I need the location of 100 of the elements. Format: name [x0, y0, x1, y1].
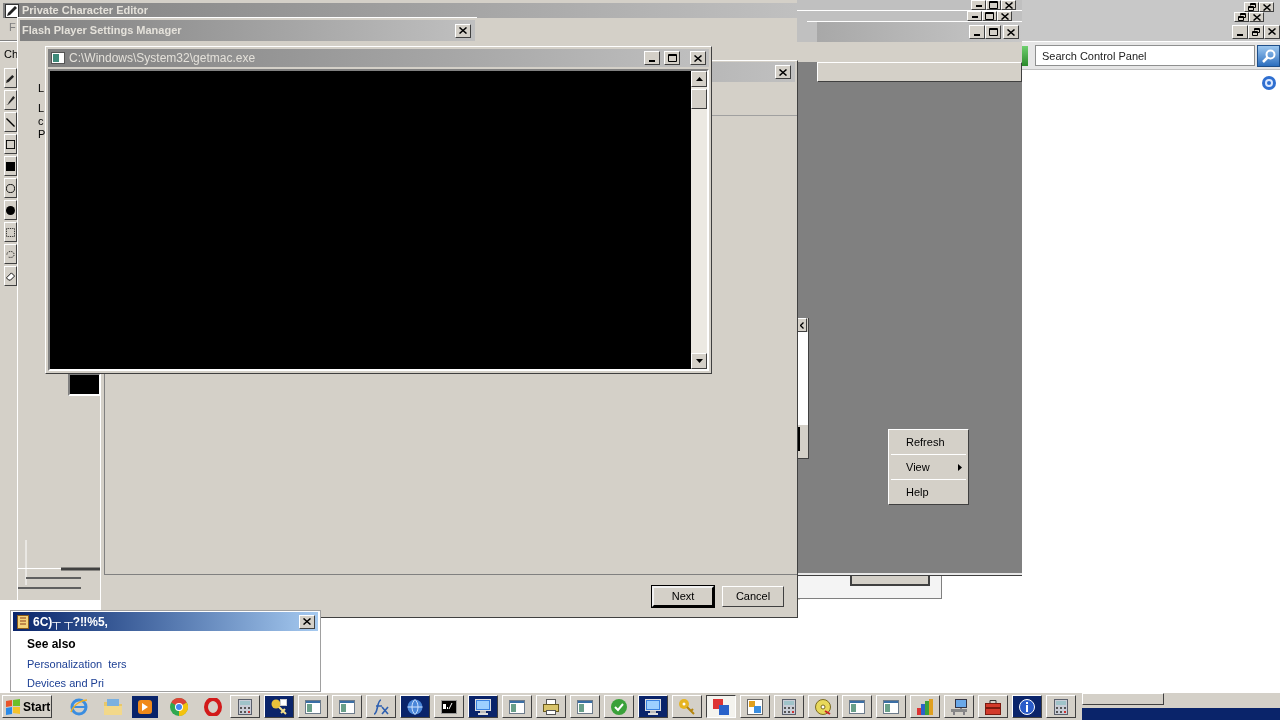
restore-icon — [1252, 27, 1260, 36]
network-computer-icon — [951, 698, 967, 715]
filled-ellipse-icon — [6, 205, 15, 215]
window-title: Flash Player Settings Manager — [22, 25, 182, 36]
play-icon[interactable] — [132, 695, 158, 718]
close-button[interactable] — [997, 11, 1012, 21]
minimize-button[interactable] — [969, 25, 985, 39]
close-icon — [800, 321, 804, 329]
label: L — [38, 102, 45, 115]
restore-button[interactable] — [1234, 12, 1249, 22]
brush-icon — [6, 95, 15, 105]
tool-button[interactable] — [4, 178, 17, 198]
close-icon — [1004, 1, 1013, 9]
close-button[interactable] — [1264, 24, 1280, 39]
search-field[interactable]: Search Control Panel — [1035, 45, 1255, 66]
field-label: Ch — [4, 48, 19, 61]
close-button[interactable] — [299, 614, 315, 629]
start-button[interactable]: Start — [2, 695, 52, 718]
text-fragment: ters — [108, 657, 127, 671]
search-button[interactable] — [1257, 44, 1280, 67]
check-circle-icon — [611, 698, 627, 715]
restore-button[interactable] — [1248, 24, 1264, 39]
rectangle-icon — [6, 139, 15, 149]
flag-icon — [5, 698, 21, 715]
maximize-icon — [667, 54, 677, 62]
monitor-icon — [645, 698, 661, 715]
tool-button[interactable] — [4, 156, 17, 176]
close-icon — [303, 618, 311, 625]
link[interactable]: Devices and Pri — [27, 676, 105, 690]
close-icon — [1252, 13, 1261, 21]
ring-icon[interactable] — [204, 697, 222, 716]
close-button[interactable] — [1249, 12, 1264, 22]
scroll-down-button[interactable] — [691, 353, 707, 369]
tool-button[interactable] — [4, 90, 17, 110]
restore-icon — [1237, 13, 1246, 21]
lasso-icon — [6, 249, 15, 259]
dialog-button[interactable] — [850, 576, 930, 586]
tool-button[interactable] — [4, 266, 17, 286]
close-icon — [1262, 3, 1271, 11]
terminal-icon — [441, 698, 457, 715]
window-icon — [849, 698, 865, 715]
filled-rectangle-icon — [6, 161, 15, 171]
tool-button[interactable] — [4, 200, 17, 220]
close-icon — [1000, 12, 1009, 20]
close-button[interactable] — [1001, 0, 1016, 10]
maximize-button[interactable] — [982, 11, 997, 21]
nav-button[interactable] — [1022, 45, 1028, 66]
ellipse-icon — [6, 183, 15, 193]
default-button[interactable]: Next — [652, 585, 714, 607]
close-icon — [459, 27, 467, 34]
link[interactable]: Personalization — [27, 657, 103, 671]
close-icon — [1268, 28, 1276, 35]
close-icon — [1007, 28, 1015, 36]
tool-button[interactable] — [4, 112, 17, 132]
close-button[interactable] — [1259, 2, 1274, 12]
segmented-circle-icon[interactable] — [170, 697, 188, 716]
scrollbar-thumb[interactable] — [691, 89, 707, 109]
tool-button[interactable] — [4, 68, 17, 88]
maximize-button[interactable] — [664, 51, 680, 65]
eraser-icon — [6, 271, 15, 281]
minimize-button[interactable] — [971, 0, 986, 10]
bar-chart-icon — [917, 698, 933, 715]
tool-button[interactable] — [4, 222, 17, 242]
close-button[interactable] — [455, 23, 471, 38]
close-button[interactable] — [690, 51, 706, 65]
menu-item[interactable]: Help — [889, 482, 968, 502]
close-button[interactable] — [775, 65, 791, 79]
close-button[interactable] — [1003, 25, 1019, 39]
window-icon — [339, 698, 355, 715]
maximize-icon — [989, 1, 998, 9]
minimize-icon — [975, 5, 982, 7]
minimize-button[interactable] — [1232, 24, 1248, 39]
label: c — [38, 115, 44, 128]
formula-icon — [373, 698, 389, 715]
maximize-button[interactable] — [986, 0, 1001, 10]
divider-line — [798, 427, 800, 451]
window-icon — [883, 698, 899, 715]
info-icon — [1019, 698, 1035, 715]
taskbar-button[interactable] — [706, 695, 736, 718]
key-icon — [679, 698, 695, 715]
down-arrow-icon — [695, 359, 703, 363]
maximize-button[interactable] — [985, 25, 1001, 39]
tool-button[interactable] — [4, 134, 17, 154]
dialog-button[interactable]: Cancel — [722, 585, 784, 607]
monitor-icon — [475, 698, 491, 715]
minimize-button[interactable] — [967, 11, 982, 21]
tool-button[interactable] — [4, 244, 17, 264]
close-icon — [779, 68, 787, 76]
minimize-button[interactable] — [644, 51, 660, 65]
calculator-icon — [1053, 698, 1069, 715]
pencil-icon — [6, 73, 15, 83]
scroll-up-button[interactable] — [691, 71, 707, 87]
menu-item[interactable]: View — [889, 457, 968, 477]
calculator-icon — [781, 698, 797, 715]
menu-item[interactable]: Refresh — [889, 432, 968, 452]
window-icon — [577, 698, 593, 715]
globe-icon — [407, 698, 423, 715]
minimize-icon — [974, 34, 980, 36]
target-icon — [1262, 76, 1276, 90]
window-icon — [305, 698, 321, 715]
